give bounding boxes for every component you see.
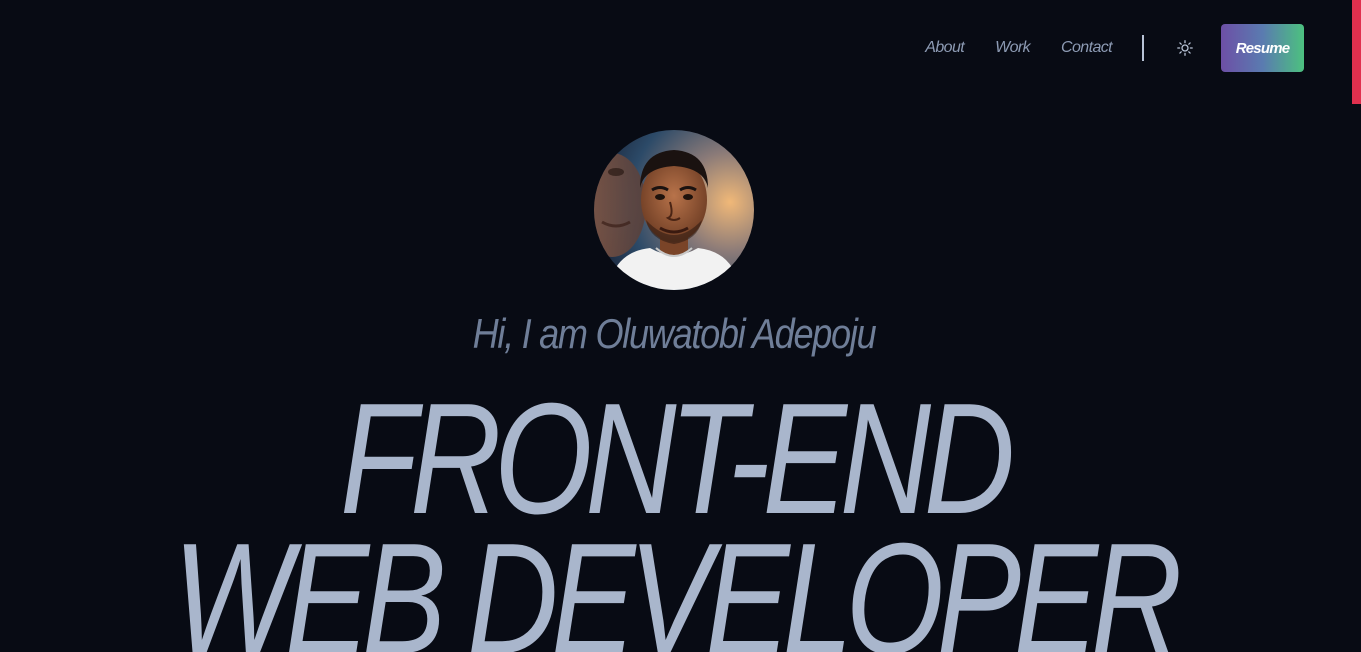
hero-headline-line2: WEB DEVELOPER (172, 511, 1182, 652)
nav-divider (1142, 35, 1144, 61)
resume-button[interactable]: Resume (1221, 24, 1304, 72)
avatar (594, 130, 754, 290)
hero-greeting: Hi, I am Oluwatobi Adepoju (472, 310, 877, 357)
nav-link-contact[interactable]: Contact (1061, 39, 1113, 57)
profile-photo (594, 130, 754, 290)
sun-icon (1177, 40, 1193, 56)
theme-toggle-button[interactable] (1176, 39, 1194, 57)
nav-link-about[interactable]: About (925, 39, 964, 57)
scroll-accent-bar (1352, 0, 1361, 104)
main-nav: About Work Contact Resume (925, 24, 1304, 72)
nav-link-work[interactable]: Work (995, 39, 1031, 57)
